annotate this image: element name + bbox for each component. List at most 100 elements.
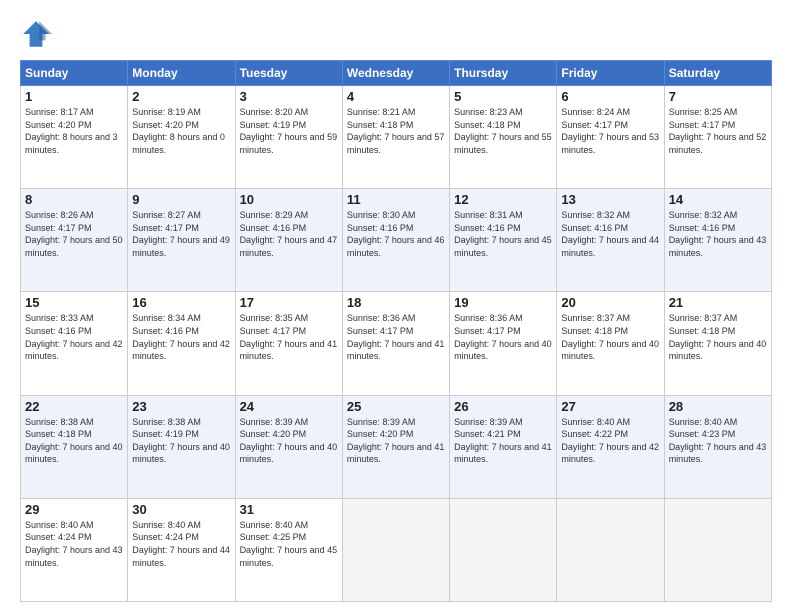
calendar-cell: 10 Sunrise: 8:29 AM Sunset: 4:16 PM Dayl… (235, 189, 342, 292)
day-info: Sunrise: 8:37 AM Sunset: 4:18 PM Dayligh… (669, 312, 767, 362)
col-header-monday: Monday (128, 61, 235, 86)
calendar-cell: 26 Sunrise: 8:39 AM Sunset: 4:21 PM Dayl… (450, 395, 557, 498)
day-info: Sunrise: 8:31 AM Sunset: 4:16 PM Dayligh… (454, 209, 552, 259)
day-info: Sunrise: 8:38 AM Sunset: 4:18 PM Dayligh… (25, 416, 123, 466)
day-info: Sunrise: 8:33 AM Sunset: 4:16 PM Dayligh… (25, 312, 123, 362)
week-row-1: 1 Sunrise: 8:17 AM Sunset: 4:20 PM Dayli… (21, 86, 772, 189)
logo-icon (20, 18, 52, 50)
calendar-cell: 16 Sunrise: 8:34 AM Sunset: 4:16 PM Dayl… (128, 292, 235, 395)
day-info: Sunrise: 8:23 AM Sunset: 4:18 PM Dayligh… (454, 106, 552, 156)
col-header-thursday: Thursday (450, 61, 557, 86)
day-number: 8 (25, 192, 123, 207)
day-number: 1 (25, 89, 123, 104)
day-info: Sunrise: 8:38 AM Sunset: 4:19 PM Dayligh… (132, 416, 230, 466)
page: SundayMondayTuesdayWednesdayThursdayFrid… (0, 0, 792, 612)
calendar-cell: 11 Sunrise: 8:30 AM Sunset: 4:16 PM Dayl… (342, 189, 449, 292)
calendar-cell: 12 Sunrise: 8:31 AM Sunset: 4:16 PM Dayl… (450, 189, 557, 292)
col-header-sunday: Sunday (21, 61, 128, 86)
day-number: 17 (240, 295, 338, 310)
logo (20, 18, 56, 50)
day-info: Sunrise: 8:39 AM Sunset: 4:21 PM Dayligh… (454, 416, 552, 466)
calendar-cell: 17 Sunrise: 8:35 AM Sunset: 4:17 PM Dayl… (235, 292, 342, 395)
calendar-cell: 19 Sunrise: 8:36 AM Sunset: 4:17 PM Dayl… (450, 292, 557, 395)
day-number: 21 (669, 295, 767, 310)
day-number: 26 (454, 399, 552, 414)
calendar-cell: 13 Sunrise: 8:32 AM Sunset: 4:16 PM Dayl… (557, 189, 664, 292)
day-info: Sunrise: 8:40 AM Sunset: 4:22 PM Dayligh… (561, 416, 659, 466)
col-header-wednesday: Wednesday (342, 61, 449, 86)
day-number: 28 (669, 399, 767, 414)
day-info: Sunrise: 8:36 AM Sunset: 4:17 PM Dayligh… (454, 312, 552, 362)
calendar-cell: 29 Sunrise: 8:40 AM Sunset: 4:24 PM Dayl… (21, 498, 128, 601)
col-header-saturday: Saturday (664, 61, 771, 86)
calendar-cell: 2 Sunrise: 8:19 AM Sunset: 4:20 PM Dayli… (128, 86, 235, 189)
day-number: 2 (132, 89, 230, 104)
day-number: 25 (347, 399, 445, 414)
day-info: Sunrise: 8:25 AM Sunset: 4:17 PM Dayligh… (669, 106, 767, 156)
calendar-cell: 24 Sunrise: 8:39 AM Sunset: 4:20 PM Dayl… (235, 395, 342, 498)
calendar-cell: 1 Sunrise: 8:17 AM Sunset: 4:20 PM Dayli… (21, 86, 128, 189)
col-header-friday: Friday (557, 61, 664, 86)
calendar-cell: 23 Sunrise: 8:38 AM Sunset: 4:19 PM Dayl… (128, 395, 235, 498)
calendar-header-row: SundayMondayTuesdayWednesdayThursdayFrid… (21, 61, 772, 86)
calendar-cell: 4 Sunrise: 8:21 AM Sunset: 4:18 PM Dayli… (342, 86, 449, 189)
day-number: 10 (240, 192, 338, 207)
calendar-cell: 21 Sunrise: 8:37 AM Sunset: 4:18 PM Dayl… (664, 292, 771, 395)
calendar-cell: 8 Sunrise: 8:26 AM Sunset: 4:17 PM Dayli… (21, 189, 128, 292)
day-info: Sunrise: 8:40 AM Sunset: 4:23 PM Dayligh… (669, 416, 767, 466)
day-number: 5 (454, 89, 552, 104)
day-info: Sunrise: 8:27 AM Sunset: 4:17 PM Dayligh… (132, 209, 230, 259)
week-row-2: 8 Sunrise: 8:26 AM Sunset: 4:17 PM Dayli… (21, 189, 772, 292)
calendar-cell: 27 Sunrise: 8:40 AM Sunset: 4:22 PM Dayl… (557, 395, 664, 498)
calendar-cell: 7 Sunrise: 8:25 AM Sunset: 4:17 PM Dayli… (664, 86, 771, 189)
day-number: 15 (25, 295, 123, 310)
calendar-cell: 31 Sunrise: 8:40 AM Sunset: 4:25 PM Dayl… (235, 498, 342, 601)
week-row-5: 29 Sunrise: 8:40 AM Sunset: 4:24 PM Dayl… (21, 498, 772, 601)
calendar-cell: 28 Sunrise: 8:40 AM Sunset: 4:23 PM Dayl… (664, 395, 771, 498)
day-number: 31 (240, 502, 338, 517)
day-info: Sunrise: 8:19 AM Sunset: 4:20 PM Dayligh… (132, 106, 230, 156)
day-number: 18 (347, 295, 445, 310)
day-info: Sunrise: 8:39 AM Sunset: 4:20 PM Dayligh… (240, 416, 338, 466)
calendar-cell: 5 Sunrise: 8:23 AM Sunset: 4:18 PM Dayli… (450, 86, 557, 189)
calendar-cell: 14 Sunrise: 8:32 AM Sunset: 4:16 PM Dayl… (664, 189, 771, 292)
day-number: 14 (669, 192, 767, 207)
day-number: 30 (132, 502, 230, 517)
day-info: Sunrise: 8:30 AM Sunset: 4:16 PM Dayligh… (347, 209, 445, 259)
day-info: Sunrise: 8:32 AM Sunset: 4:16 PM Dayligh… (561, 209, 659, 259)
calendar-cell: 30 Sunrise: 8:40 AM Sunset: 4:24 PM Dayl… (128, 498, 235, 601)
week-row-3: 15 Sunrise: 8:33 AM Sunset: 4:16 PM Dayl… (21, 292, 772, 395)
day-info: Sunrise: 8:26 AM Sunset: 4:17 PM Dayligh… (25, 209, 123, 259)
col-header-tuesday: Tuesday (235, 61, 342, 86)
day-number: 7 (669, 89, 767, 104)
calendar-cell (450, 498, 557, 601)
day-info: Sunrise: 8:32 AM Sunset: 4:16 PM Dayligh… (669, 209, 767, 259)
day-info: Sunrise: 8:34 AM Sunset: 4:16 PM Dayligh… (132, 312, 230, 362)
calendar-cell: 15 Sunrise: 8:33 AM Sunset: 4:16 PM Dayl… (21, 292, 128, 395)
calendar-table: SundayMondayTuesdayWednesdayThursdayFrid… (20, 60, 772, 602)
day-number: 19 (454, 295, 552, 310)
day-number: 24 (240, 399, 338, 414)
day-number: 20 (561, 295, 659, 310)
day-info: Sunrise: 8:29 AM Sunset: 4:16 PM Dayligh… (240, 209, 338, 259)
day-number: 3 (240, 89, 338, 104)
calendar-cell: 25 Sunrise: 8:39 AM Sunset: 4:20 PM Dayl… (342, 395, 449, 498)
day-number: 22 (25, 399, 123, 414)
calendar-cell: 18 Sunrise: 8:36 AM Sunset: 4:17 PM Dayl… (342, 292, 449, 395)
day-info: Sunrise: 8:40 AM Sunset: 4:24 PM Dayligh… (25, 519, 123, 569)
day-info: Sunrise: 8:20 AM Sunset: 4:19 PM Dayligh… (240, 106, 338, 156)
calendar-cell: 3 Sunrise: 8:20 AM Sunset: 4:19 PM Dayli… (235, 86, 342, 189)
calendar-cell (664, 498, 771, 601)
day-number: 4 (347, 89, 445, 104)
day-info: Sunrise: 8:24 AM Sunset: 4:17 PM Dayligh… (561, 106, 659, 156)
calendar-cell (557, 498, 664, 601)
day-number: 9 (132, 192, 230, 207)
day-info: Sunrise: 8:40 AM Sunset: 4:25 PM Dayligh… (240, 519, 338, 569)
week-row-4: 22 Sunrise: 8:38 AM Sunset: 4:18 PM Dayl… (21, 395, 772, 498)
day-number: 12 (454, 192, 552, 207)
day-info: Sunrise: 8:37 AM Sunset: 4:18 PM Dayligh… (561, 312, 659, 362)
day-number: 27 (561, 399, 659, 414)
day-info: Sunrise: 8:17 AM Sunset: 4:20 PM Dayligh… (25, 106, 123, 156)
day-info: Sunrise: 8:39 AM Sunset: 4:20 PM Dayligh… (347, 416, 445, 466)
day-number: 11 (347, 192, 445, 207)
